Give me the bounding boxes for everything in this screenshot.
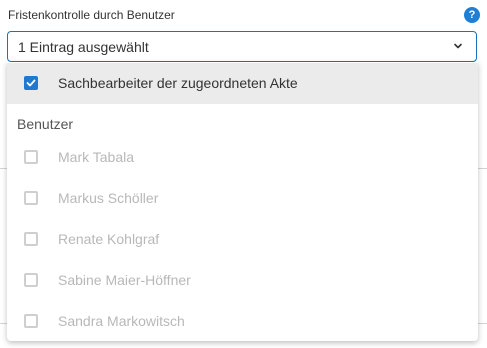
checkbox[interactable] [24,191,38,205]
option-label: Markus Schöller [58,190,159,206]
background-divider [0,168,7,169]
option-user[interactable]: Mark Tabala [7,137,478,178]
select-value: 1 Eintrag ausgewählt [18,39,149,55]
option-case-handler[interactable]: Sachbearbeiter der zugeordneten Akte [7,63,478,104]
option-label: Mark Tabala [58,149,135,165]
option-label: Renate Kohlgraf [58,231,160,247]
dropdown-menu: Sachbearbeiter der zugeordneten Akte Ben… [7,62,478,341]
checkbox[interactable] [24,273,38,287]
option-user[interactable]: Sandra Markowitsch [7,301,478,341]
option-label: Sachbearbeiter der zugeordneten Akte [58,75,298,91]
background-divider [478,323,487,324]
checkbox[interactable] [24,314,38,328]
option-label: Sandra Markowitsch [58,313,185,329]
group-header-users: Benutzer [17,116,74,132]
checkbox-checked[interactable] [24,76,38,90]
option-user[interactable]: Markus Schöller [7,178,478,219]
chevron-down-icon[interactable] [452,40,464,52]
background-divider [478,168,487,169]
field-label: Fristenkontrolle durch Benutzer [8,8,175,22]
background-divider [0,323,7,324]
help-glyph: ? [468,9,476,21]
check-icon [26,79,36,87]
option-user[interactable]: Renate Kohlgraf [7,219,478,260]
user-select-dropdown[interactable]: 1 Eintrag ausgewählt [7,31,477,62]
user-deadline-control-widget: Fristenkontrolle durch Benutzer ? 1 Eint… [0,0,487,348]
option-user[interactable]: Sabine Maier-Höffner [7,260,478,301]
option-label: Sabine Maier-Höffner [58,272,191,288]
checkbox[interactable] [24,232,38,246]
question-circle-icon[interactable]: ? [464,7,480,23]
checkbox[interactable] [24,150,38,164]
